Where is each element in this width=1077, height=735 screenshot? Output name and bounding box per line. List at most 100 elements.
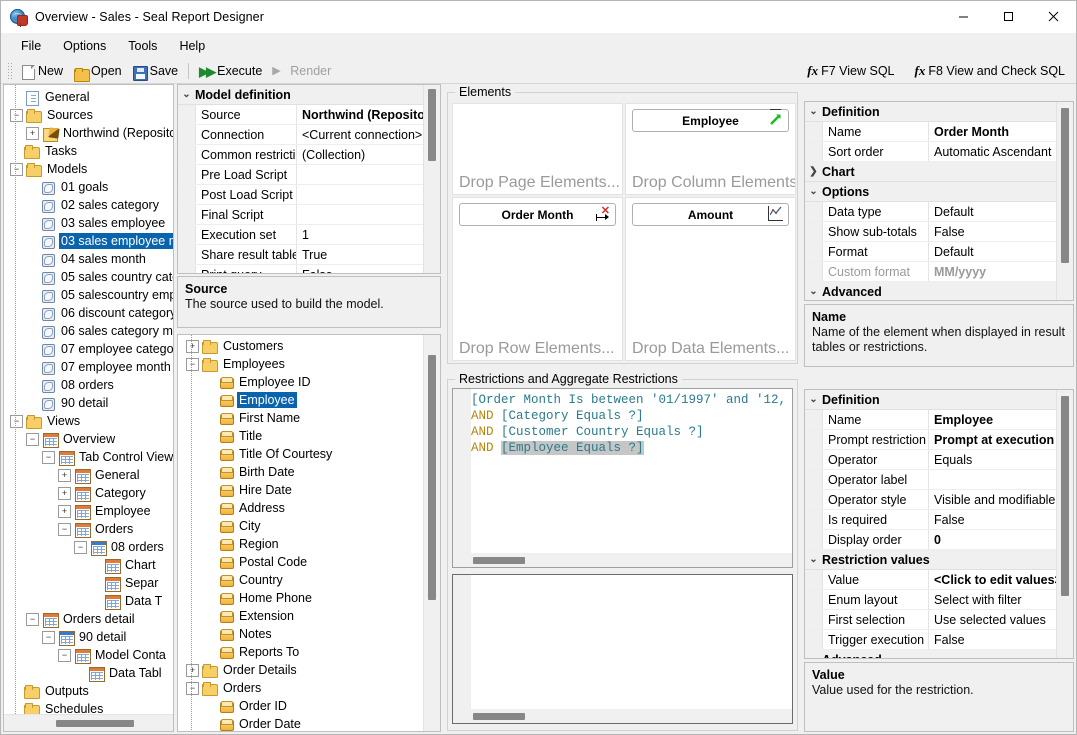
property-value[interactable]: False	[929, 222, 1057, 241]
tree-item[interactable]: Order Date	[178, 715, 440, 731]
property-row[interactable]: Name Order Month	[805, 122, 1057, 142]
element-property-scrollbar[interactable]	[1056, 102, 1073, 300]
property-category[interactable]: ⌄ Definition	[805, 102, 1057, 122]
property-value[interactable]: Employee	[929, 410, 1057, 429]
model-definition-grid[interactable]: ⌄ Model definition Source Northwind (Reposi…	[177, 84, 441, 274]
expand-plus-icon[interactable]: +	[186, 663, 199, 677]
expand-plus-icon[interactable]: +	[58, 486, 71, 500]
execute-button[interactable]: ▶▶ Execute	[194, 60, 267, 82]
tree-item[interactable]: Address	[178, 499, 440, 517]
tree-item[interactable]: Data T	[4, 592, 173, 610]
tree-item[interactable]: 06 sales category mo	[4, 322, 173, 340]
collapse-minus-icon[interactable]: −	[58, 522, 71, 536]
restrictions-hscrollbar[interactable]	[453, 553, 792, 567]
collapse-minus-icon[interactable]: −	[42, 450, 55, 464]
tree-item[interactable]: Region	[178, 535, 440, 553]
property-value[interactable]	[929, 470, 1057, 489]
chevron-down-icon[interactable]: ⌄	[805, 286, 822, 297]
property-row[interactable]: Data type Default	[805, 202, 1057, 222]
tree-item[interactable]: Outputs	[4, 682, 173, 700]
expand-plus-icon[interactable]: +	[186, 339, 199, 353]
tree-item[interactable]: Notes	[178, 625, 440, 643]
tree-item[interactable]: 06 discount category	[4, 304, 173, 322]
property-value[interactable]: Order Month	[929, 122, 1057, 141]
collapse-minus-icon[interactable]: −	[74, 540, 87, 554]
property-row[interactable]: Name Employee	[805, 410, 1057, 430]
tree-item[interactable]: 04 sales month	[4, 250, 173, 268]
collapse-minus-icon[interactable]: −	[58, 648, 71, 662]
property-row[interactable]: Is required False	[805, 510, 1057, 530]
element-tag-order-month[interactable]: Order Month ✕	[459, 203, 616, 226]
property-value[interactable]: Use selected values	[929, 610, 1057, 629]
collapse-minus-icon[interactable]: −	[26, 612, 39, 626]
tree-item[interactable]: 07 employee catego	[4, 340, 173, 358]
property-value[interactable]: True	[297, 245, 424, 264]
tree-item[interactable]: − Orders	[178, 679, 440, 697]
collapse-minus-icon[interactable]: −	[10, 108, 23, 122]
tree-item[interactable]: Order ID	[178, 697, 440, 715]
element-property-grid[interactable]: ⌄ Definition Name Order Month Sort order Auto…	[804, 101, 1074, 301]
tree-item[interactable]: City	[178, 517, 440, 535]
tree-item[interactable]: Home Phone	[178, 589, 440, 607]
property-value[interactable]: Default	[929, 202, 1057, 221]
property-value[interactable]: False	[929, 630, 1057, 649]
property-row[interactable]: Pre Load Script	[178, 165, 424, 185]
chevron-right-icon[interactable]: ❯	[805, 166, 822, 177]
property-row[interactable]: Sort order Automatic Ascendant	[805, 142, 1057, 162]
restriction-property-grid[interactable]: ⌄ Definition Name Employee Prompt restrictio…	[804, 389, 1074, 659]
tree-item[interactable]: + Category	[4, 484, 173, 502]
tree-item[interactable]: Title	[178, 427, 440, 445]
property-value[interactable]: <Current connection>	[297, 125, 424, 144]
tree-item[interactable]: − Models	[4, 160, 173, 178]
chevron-down-icon[interactable]: ⌄	[805, 654, 822, 658]
source-tree[interactable]: + Customers − Employees Employee ID Employee F…	[178, 335, 440, 731]
tree-item[interactable]: General	[4, 88, 173, 106]
tree-item[interactable]: − 90 detail	[4, 628, 173, 646]
property-row[interactable]: Display order 0	[805, 530, 1057, 550]
tree-item[interactable]: + Employee	[4, 502, 173, 520]
property-row[interactable]: Custom format MM/yyyy	[805, 262, 1057, 282]
tree-item[interactable]: Employee ID	[178, 373, 440, 391]
tree-item[interactable]: 01 goals	[4, 178, 173, 196]
restriction-expression[interactable]: [Customer Country Equals ?]	[501, 425, 704, 439]
property-row[interactable]: First selection Use selected values	[805, 610, 1057, 630]
property-value[interactable]	[297, 205, 424, 224]
property-row[interactable]: Source Northwind (Reposito	[178, 105, 424, 125]
property-value[interactable]	[297, 165, 424, 184]
property-row[interactable]: Operator style Visible and modifiable	[805, 490, 1057, 510]
property-value[interactable]: 1	[297, 225, 424, 244]
restriction-line[interactable]: AND [Employee Equals ?]	[471, 440, 790, 456]
tree-item[interactable]: − 08 orders	[4, 538, 173, 556]
tree-item[interactable]: + Customers	[178, 337, 440, 355]
tree-item[interactable]: 07 employee month	[4, 358, 173, 376]
column-elements-dropzone[interactable]: Employee Drop Column Elements	[625, 103, 796, 195]
property-category[interactable]: ⌄ Options	[805, 182, 1057, 202]
restrictions-code[interactable]: [Order Month Is between '01/1997' and '1…	[471, 392, 790, 456]
tree-item[interactable]: Separ	[4, 574, 173, 592]
close-button[interactable]	[1031, 1, 1076, 32]
property-row[interactable]: Final Script	[178, 205, 424, 225]
expand-plus-icon[interactable]: +	[26, 126, 39, 140]
tree-item[interactable]: Data Tabl	[4, 664, 173, 682]
report-tree-hscrollbar[interactable]	[4, 714, 173, 731]
property-value[interactable]	[297, 185, 424, 204]
tree-item[interactable]: − Overview	[4, 430, 173, 448]
chevron-down-icon[interactable]: ⌄	[805, 394, 822, 405]
property-category[interactable]: ⌄ Definition	[805, 390, 1057, 410]
property-value[interactable]: False	[929, 510, 1057, 529]
property-row[interactable]: Operator Equals	[805, 450, 1057, 470]
property-value[interactable]: 0	[929, 530, 1057, 549]
open-button[interactable]: Open	[68, 60, 127, 82]
model-definition-scrollbar[interactable]	[423, 85, 440, 273]
expand-plus-icon[interactable]: +	[58, 504, 71, 518]
collapse-minus-icon[interactable]: −	[42, 630, 55, 644]
collapse-minus-icon[interactable]: −	[10, 414, 23, 428]
property-row[interactable]: Common restricti (Collection)	[178, 145, 424, 165]
property-value[interactable]: MM/yyyy	[929, 262, 1057, 281]
menu-file[interactable]: File	[10, 35, 52, 57]
tree-item[interactable]: − Views	[4, 412, 173, 430]
restriction-expression[interactable]: [Category Equals ?]	[501, 409, 644, 423]
restriction-expression[interactable]: [Order Month Is between '01/1997' and '1…	[471, 393, 786, 407]
element-tag-employee[interactable]: Employee	[632, 109, 789, 132]
restrictions-editor[interactable]: [Order Month Is between '01/1997' and '1…	[452, 388, 793, 568]
